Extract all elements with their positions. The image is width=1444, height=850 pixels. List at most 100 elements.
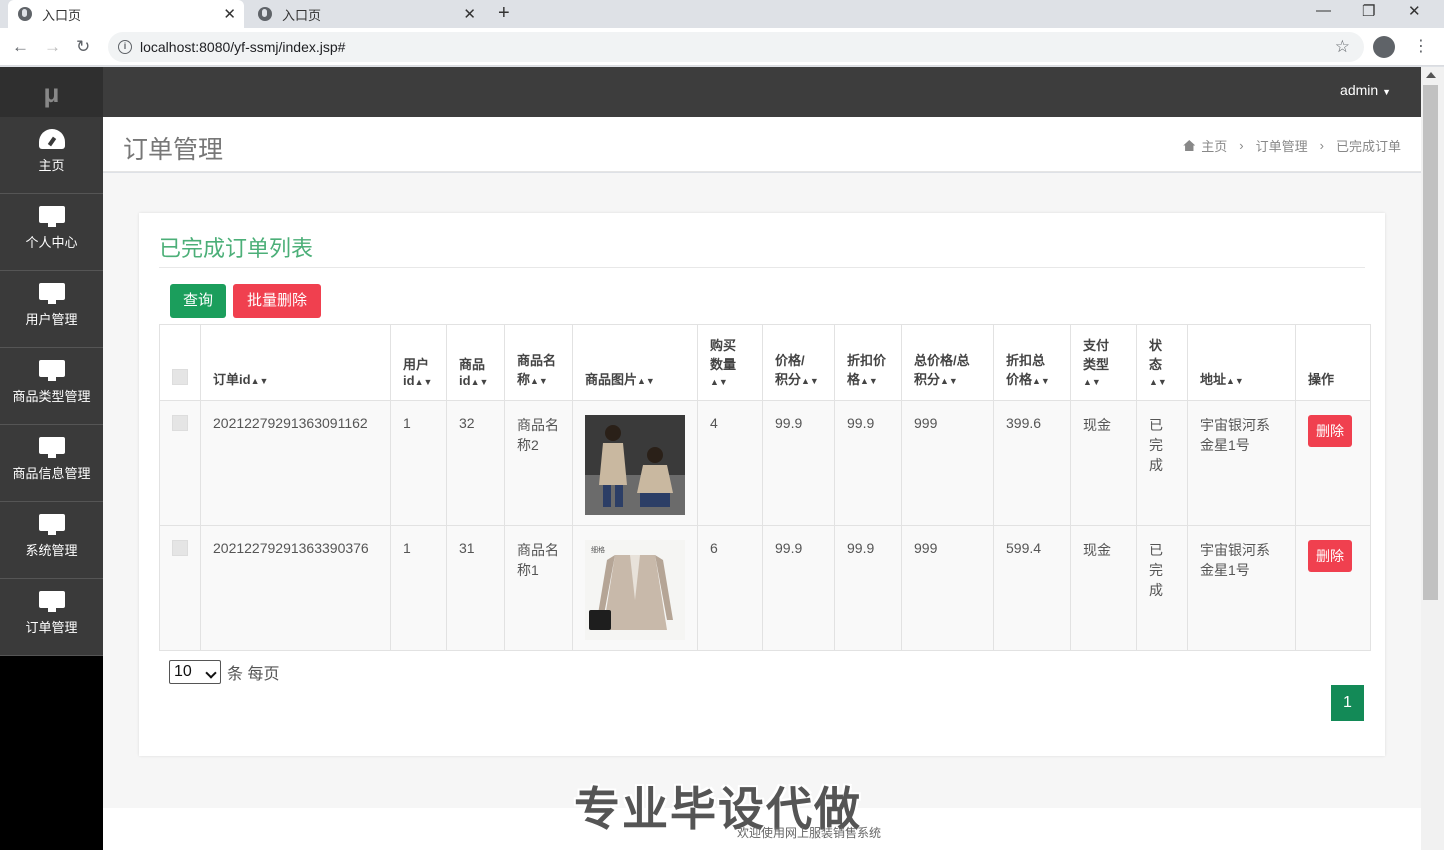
query-button[interactable]: 查询 [170,284,226,318]
sort-icon: ▲▼ [414,377,433,387]
sort-icon: ▲▼ [530,376,548,386]
sort-icon: ▲▼ [1083,377,1101,387]
table-row: 20212279291363091162 1 32 商品名 称2 4 99.9 … [159,400,1371,526]
address: 宇宙银河系 金星1号 [1187,525,1296,651]
home-icon [1183,140,1196,151]
breadcrumb-orders[interactable]: 订单管理 [1256,136,1308,155]
col-discount-total[interactable]: 折扣总 价格▲▼ [993,324,1071,401]
quantity: 6 [697,525,763,651]
row-select-cell [159,525,201,651]
row-checkbox[interactable] [172,540,188,556]
browser-tab-2[interactable]: 入口页 ✕ [248,0,484,28]
reload-icon[interactable]: ↻ [76,37,90,57]
monitor-icon [38,591,65,612]
sidebar-item-goods-info[interactable]: 商品信息管理 [0,425,103,502]
col-total[interactable]: 总价格/总 积分▲▼ [901,324,994,401]
page-size-select[interactable]: 10 [169,660,221,684]
sidebar-item-label: 主页 [38,158,65,173]
bookmark-star-icon[interactable]: ☆ [1335,37,1350,57]
monitor-icon [38,437,65,458]
dashboard-icon [38,129,65,149]
col-discount-price[interactable]: 折扣价 格▲▼ [834,324,902,401]
sort-icon: ▲▼ [710,377,728,387]
sort-icon: ▲▼ [1226,376,1244,386]
breadcrumb-home[interactable]: 主页 [1201,136,1227,155]
col-goods-image[interactable]: 商品图片▲▼ [572,324,698,401]
sidebar-item-label: 系统管理 [25,543,78,558]
user-menu[interactable]: admin ▼ [1340,82,1391,98]
page-1-button[interactable]: 1 [1331,685,1364,721]
price: 99.9 [762,525,835,651]
action-cell: 删除 [1295,525,1371,651]
col-address[interactable]: 地址▲▼ [1187,324,1296,401]
sort-icon: ▲▼ [801,376,819,386]
col-goods-id[interactable]: 商品 id▲▼ [446,324,505,401]
sidebar-item-system[interactable]: 系统管理 [0,502,103,579]
total-price: 999 [901,400,994,526]
col-order-id[interactable]: 订单id▲▼ [200,324,391,401]
select-all-cell [159,324,201,401]
close-window-icon[interactable]: ✕ [1408,2,1421,20]
delete-button[interactable]: 删除 [1308,540,1352,572]
forward-icon[interactable]: → [44,37,61,57]
new-tab-icon[interactable]: + [498,2,510,25]
vertical-scrollbar[interactable] [1421,67,1444,850]
col-status[interactable]: 状态▲▼ [1136,324,1188,401]
restore-icon[interactable]: ❐ [1362,2,1375,20]
total-price: 999 [901,525,994,651]
order-id: 20212279291363390376 [200,525,391,651]
per-page-label: 条 每页 [227,666,280,683]
sort-icon: ▲▼ [1032,376,1050,386]
app-logo: μ [0,67,103,117]
close-tab-icon[interactable]: ✕ [223,5,236,23]
browser-menu-icon[interactable]: ⋮ [1413,36,1429,56]
delete-button[interactable]: 删除 [1308,415,1352,447]
goods-image-cell [572,400,698,526]
discount-total: 599.4 [993,525,1071,651]
col-price[interactable]: 价格/积分▲▼ [762,324,835,401]
sidebar-item-home[interactable]: 主页 [0,117,103,194]
col-goods-name[interactable]: 商品名 称▲▼ [504,324,573,401]
profile-avatar-icon[interactable] [1373,36,1395,58]
close-tab-icon[interactable]: ✕ [463,5,476,23]
url-input[interactable]: i localhost:8080/yf-ssmj/index.jsp# ☆ [108,32,1364,62]
tab-title: 入口页 [282,7,322,23]
discount-price: 99.9 [834,400,902,526]
sidebar-item-label: 个人中心 [25,235,78,250]
goods-image-cell: 细格 [572,525,698,651]
sidebar-item-profile[interactable]: 个人中心 [0,194,103,271]
user-name: admin [1340,82,1379,98]
back-icon[interactable]: ← [12,37,29,57]
sort-icon: ▲▼ [470,377,489,387]
row-select-cell [159,400,201,526]
sidebar-item-label: 订单管理 [25,620,78,635]
svg-text:细格: 细格 [591,545,605,554]
sidebar: μ 主页 个人中心 用户管理 商品类型管理 商品信息管理 系统管理 订单管理 [0,67,103,850]
batch-delete-button[interactable]: 批量删除 [233,284,321,318]
user-id: 1 [390,525,447,651]
row-checkbox[interactable] [172,415,188,431]
user-id: 1 [390,400,447,526]
goods-name: 商品名 称2 [504,400,573,526]
info-icon[interactable]: i [118,40,132,54]
main-content: 已完成订单列表 查询 批量删除 订单id▲▼ 用户 id▲▼ 商品 id▲▼ 商品名… [103,173,1421,808]
sidebar-item-goods-types[interactable]: 商品类型管理 [0,348,103,425]
col-quantity[interactable]: 购买 数量▲▼ [697,324,763,401]
address-bar: ← → ↻ i localhost:8080/yf-ssmj/index.jsp… [0,28,1444,66]
browser-tab-1[interactable]: 入口页 ✕ [8,0,244,28]
page-title: 订单管理 [123,136,224,164]
sidebar-item-orders[interactable]: 订单管理 [0,579,103,656]
scrollbar-thumb[interactable] [1423,85,1438,600]
select-all-checkbox[interactable] [172,369,188,385]
sort-icon: ▲▼ [1149,377,1167,387]
url-text: localhost:8080/yf-ssmj/index.jsp# [140,39,346,55]
col-pay-type[interactable]: 支付 类型▲▼ [1070,324,1137,401]
col-user-id[interactable]: 用户 id▲▼ [390,324,447,401]
sort-icon: ▲▼ [940,376,958,386]
scroll-up-arrow-icon[interactable] [1426,72,1436,78]
sort-icon: ▲▼ [860,376,878,386]
sidebar-item-label: 用户管理 [25,312,78,327]
sidebar-item-users[interactable]: 用户管理 [0,271,103,348]
minimize-icon[interactable]: — [1316,2,1331,19]
sort-icon: ▲▼ [637,376,655,386]
